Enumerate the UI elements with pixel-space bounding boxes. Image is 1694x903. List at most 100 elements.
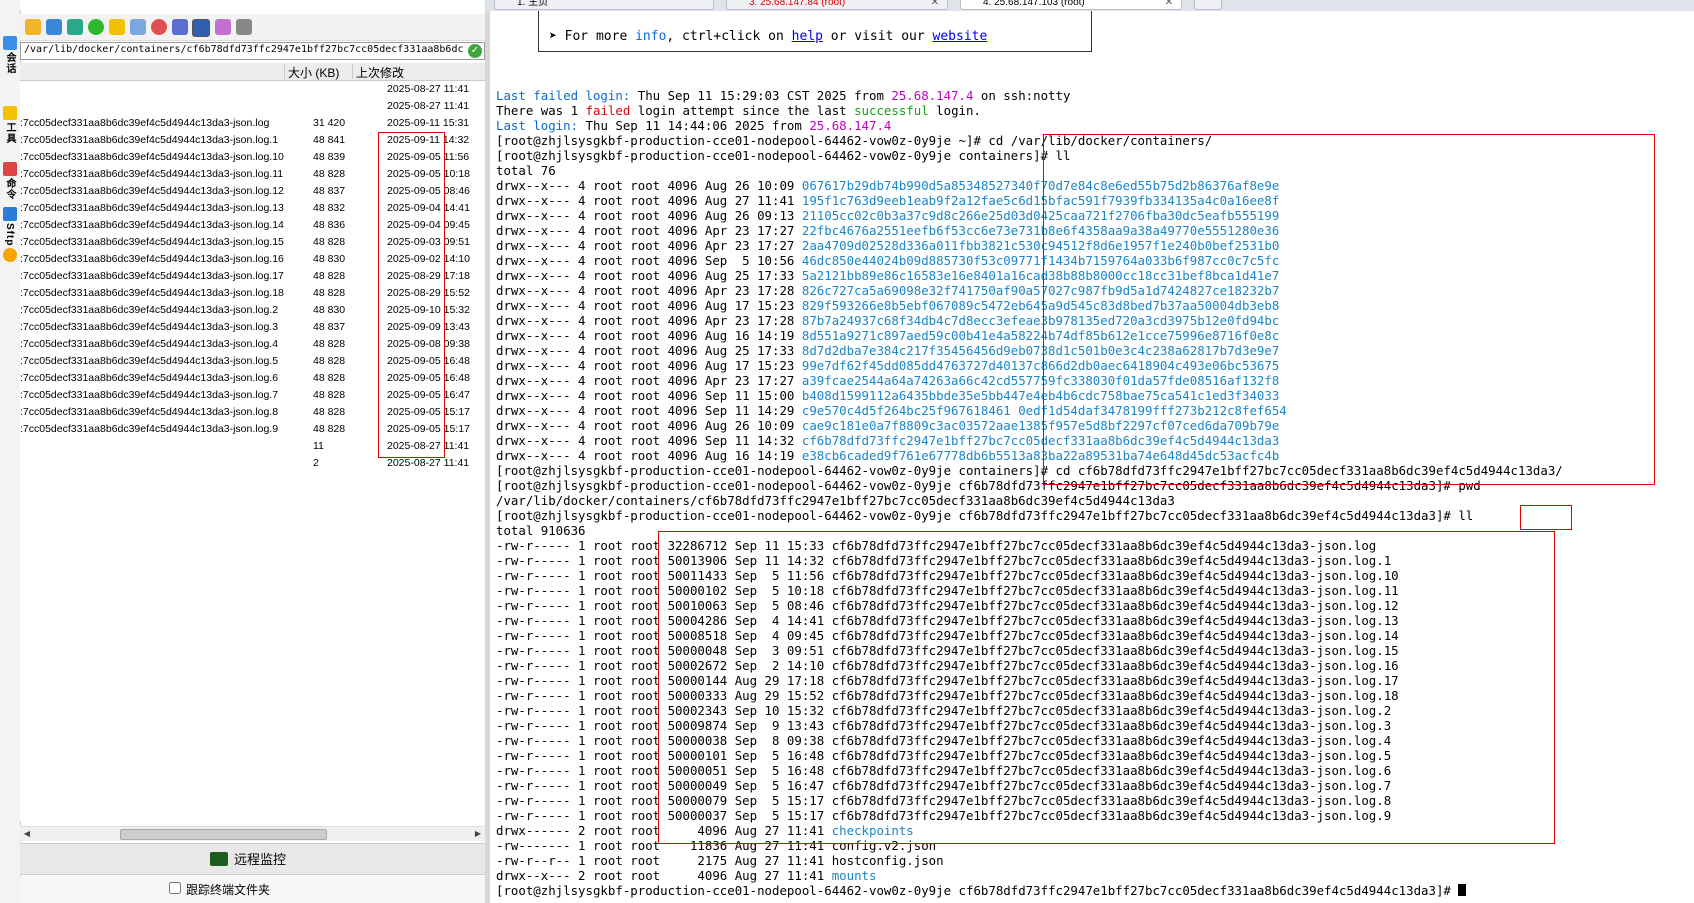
col-modified[interactable]: 上次修改	[352, 64, 476, 80]
file-size: 48 830	[313, 304, 346, 316]
file-date: 2025-08-29 17:18	[387, 270, 470, 282]
file-row[interactable]: :7cc05decf331aa8b6dc39ef4c5d4944c13da3-j…	[20, 421, 485, 438]
file-name: :7cc05decf331aa8b6dc39ef4c5d4944c13da3-j…	[20, 134, 279, 146]
file-size: 48 832	[313, 202, 346, 214]
file-date: 2025-09-08 09:38	[387, 338, 470, 350]
file-date: 2025-08-27 11:41	[387, 83, 470, 95]
file-row[interactable]: :7cc05decf331aa8b6dc39ef4c5d4944c13da3-j…	[20, 319, 485, 336]
file-row[interactable]: :7cc05decf331aa8b6dc39ef4c5d4944c13da3-j…	[20, 183, 485, 200]
file-size: 48 828	[313, 338, 346, 350]
file-row[interactable]: :7cc05decf331aa8b6dc39ef4c5d4944c13da3-j…	[20, 132, 485, 149]
col-size[interactable]: 大小 (KB)	[284, 64, 350, 80]
file-date: 2025-09-11 15:31	[387, 117, 470, 129]
dir-entry: drwx--x--- 4 root root 4096 Apr 23 17:27…	[496, 373, 1280, 388]
sftp-globe-icon	[2, 248, 17, 263]
delete-icon[interactable]	[151, 19, 167, 35]
magic-icon[interactable]	[215, 19, 231, 35]
scroll-left-icon[interactable]: ◀	[21, 828, 33, 839]
side-tab-commands[interactable]: 命令	[1, 160, 18, 200]
go-check-icon[interactable]: ✓	[468, 44, 482, 58]
tab-home[interactable]: 1. 主页	[494, 0, 714, 10]
tab-session-103[interactable]: 4. 25.68.147.103 (root) ✕	[960, 0, 1182, 10]
file-row[interactable]: :7cc05decf331aa8b6dc39ef4c5d4944c13da3-j…	[20, 115, 485, 132]
file-entry: -rw-r----- 1 root root 50000079 Sep 5 15…	[496, 793, 1392, 808]
upload-icon[interactable]	[67, 19, 83, 35]
follow-terminal-checkbox[interactable]	[169, 882, 181, 894]
file-row[interactable]: :7cc05decf331aa8b6dc39ef4c5d4944c13da3-j…	[20, 353, 485, 370]
file-row[interactable]: :7cc05decf331aa8b6dc39ef4c5d4944c13da3-j…	[20, 336, 485, 353]
file-date: 2025-09-05 08:46	[387, 185, 470, 197]
file-row[interactable]: :7cc05decf331aa8b6dc39ef4c5d4944c13da3-j…	[20, 302, 485, 319]
file-row[interactable]: :7cc05decf331aa8b6dc39ef4c5d4944c13da3-j…	[20, 217, 485, 234]
file-row[interactable]: :7cc05decf331aa8b6dc39ef4c5d4944c13da3-j…	[20, 166, 485, 183]
tools-icon	[2, 106, 17, 120]
side-tab-strip: 会话 工具 命令 Sftp	[0, 0, 21, 903]
file-row[interactable]: 2025-08-27 11:41	[20, 98, 485, 115]
total-line: total 910636	[496, 523, 586, 538]
terminal-icon[interactable]	[236, 19, 252, 35]
text-editor-icon[interactable]	[172, 19, 188, 35]
file-row[interactable]: 11 2025-08-27 11:41	[20, 438, 485, 455]
file-date: 2025-09-03 09:51	[387, 236, 470, 248]
website-link[interactable]: website	[933, 29, 988, 44]
close-icon[interactable]: ✕	[1165, 0, 1173, 9]
new-folder-icon[interactable]	[109, 19, 125, 35]
prompt-line: [root@zhjlsysgkbf-production-cce01-nodep…	[496, 463, 1563, 478]
follow-terminal-row: 跟踪终端文件夹	[20, 876, 485, 903]
close-icon[interactable]: ✕	[931, 0, 939, 9]
file-entry: -rw-r----- 1 root root 50000049 Sep 5 16…	[496, 778, 1392, 793]
last-login-line: Last login: Thu Sep 11 14:44:06 2025 fro…	[496, 118, 892, 133]
dir-entry: drwx--x--- 4 root root 4096 Aug 16 14:19…	[496, 448, 1280, 463]
side-tab-sftp[interactable]: Sftp	[1, 205, 18, 264]
remote-monitor-bar: 远程监控	[20, 843, 485, 875]
file-name: :7cc05decf331aa8b6dc39ef4c5d4944c13da3-j…	[20, 423, 279, 435]
file-row[interactable]: :7cc05decf331aa8b6dc39ef4c5d4944c13da3-j…	[20, 251, 485, 268]
file-size: 48 828	[313, 423, 346, 435]
terminal[interactable]: ➤ For more info, ctrl+click on help or v…	[490, 11, 1694, 903]
file-size: 48 828	[313, 287, 346, 299]
remote-monitor-label: 远程监控	[234, 852, 287, 867]
file-entry: -rw-r----- 1 root root 50002672 Sep 2 14…	[496, 658, 1399, 673]
file-entry: -rw-r----- 1 root root 50004286 Sep 4 14…	[496, 613, 1399, 628]
file-size: 48 828	[313, 236, 346, 248]
new-tab-button[interactable]	[1194, 0, 1222, 10]
file-row[interactable]: :7cc05decf331aa8b6dc39ef4c5d4944c13da3-j…	[20, 200, 485, 217]
file-date: 2025-09-05 16:48	[387, 372, 470, 384]
scroll-right-icon[interactable]: ▶	[472, 828, 484, 839]
file-size: 31 420	[313, 117, 346, 129]
new-file-icon[interactable]	[130, 19, 146, 35]
file-row[interactable]: :7cc05decf331aa8b6dc39ef4c5d4944c13da3-j…	[20, 234, 485, 251]
horizontal-scrollbar[interactable]: ◀ ▶	[20, 826, 485, 841]
file-date: 2025-08-29 15:52	[387, 287, 470, 299]
scroll-thumb[interactable]	[120, 829, 327, 840]
file-entry: -rw-r----- 1 root root 50000102 Sep 5 10…	[496, 583, 1399, 598]
folder-up-icon[interactable]	[25, 19, 41, 35]
help-link[interactable]: help	[792, 29, 823, 44]
path-value: /var/lib/docker/containers/cf6b78dfd73ff…	[24, 44, 464, 55]
file-row[interactable]: 2 2025-08-27 11:41	[20, 455, 485, 472]
remote-monitor-button[interactable]: 远程监控	[210, 849, 286, 868]
path-field[interactable]: /var/lib/docker/containers/cf6b78dfd73ff…	[20, 42, 485, 60]
file-row[interactable]: :7cc05decf331aa8b6dc39ef4c5d4944c13da3-j…	[20, 149, 485, 166]
file-row[interactable]: :7cc05decf331aa8b6dc39ef4c5d4944c13da3-j…	[20, 285, 485, 302]
refresh-icon[interactable]	[88, 19, 104, 35]
file-size: 48 828	[313, 270, 346, 282]
file-row[interactable]: :7cc05decf331aa8b6dc39ef4c5d4944c13da3-j…	[20, 404, 485, 421]
file-row[interactable]: :7cc05decf331aa8b6dc39ef4c5d4944c13da3-j…	[20, 370, 485, 387]
file-row[interactable]: :7cc05decf331aa8b6dc39ef4c5d4944c13da3-j…	[20, 268, 485, 285]
side-tab-tools[interactable]: 工具	[1, 104, 18, 144]
file-date: 2025-09-04 14:41	[387, 202, 470, 214]
file-row[interactable]: :7cc05decf331aa8b6dc39ef4c5d4944c13da3-j…	[20, 387, 485, 404]
file-entry: -rw-r----- 1 root root 50000333 Aug 29 1…	[496, 688, 1399, 703]
column-view-icon[interactable]	[192, 19, 210, 37]
file-size: 11	[313, 440, 324, 452]
download-icon[interactable]	[46, 19, 62, 35]
file-entry: -rw-r--r-- 1 root root 2175 Aug 27 11:41…	[496, 853, 944, 868]
side-tab-sessions[interactable]: 会话	[1, 34, 18, 74]
file-name: :7cc05decf331aa8b6dc39ef4c5d4944c13da3-j…	[20, 236, 284, 248]
dir-entry: drwx--x--- 4 root root 4096 Apr 23 17:28…	[496, 313, 1280, 328]
tab-session-84[interactable]: 3. 25.68.147.84 (root) ✕	[726, 0, 948, 10]
col-name[interactable]	[20, 64, 283, 79]
file-row[interactable]: 2025-08-27 11:41	[20, 81, 485, 98]
file-date: 2025-09-05 16:48	[387, 355, 470, 367]
